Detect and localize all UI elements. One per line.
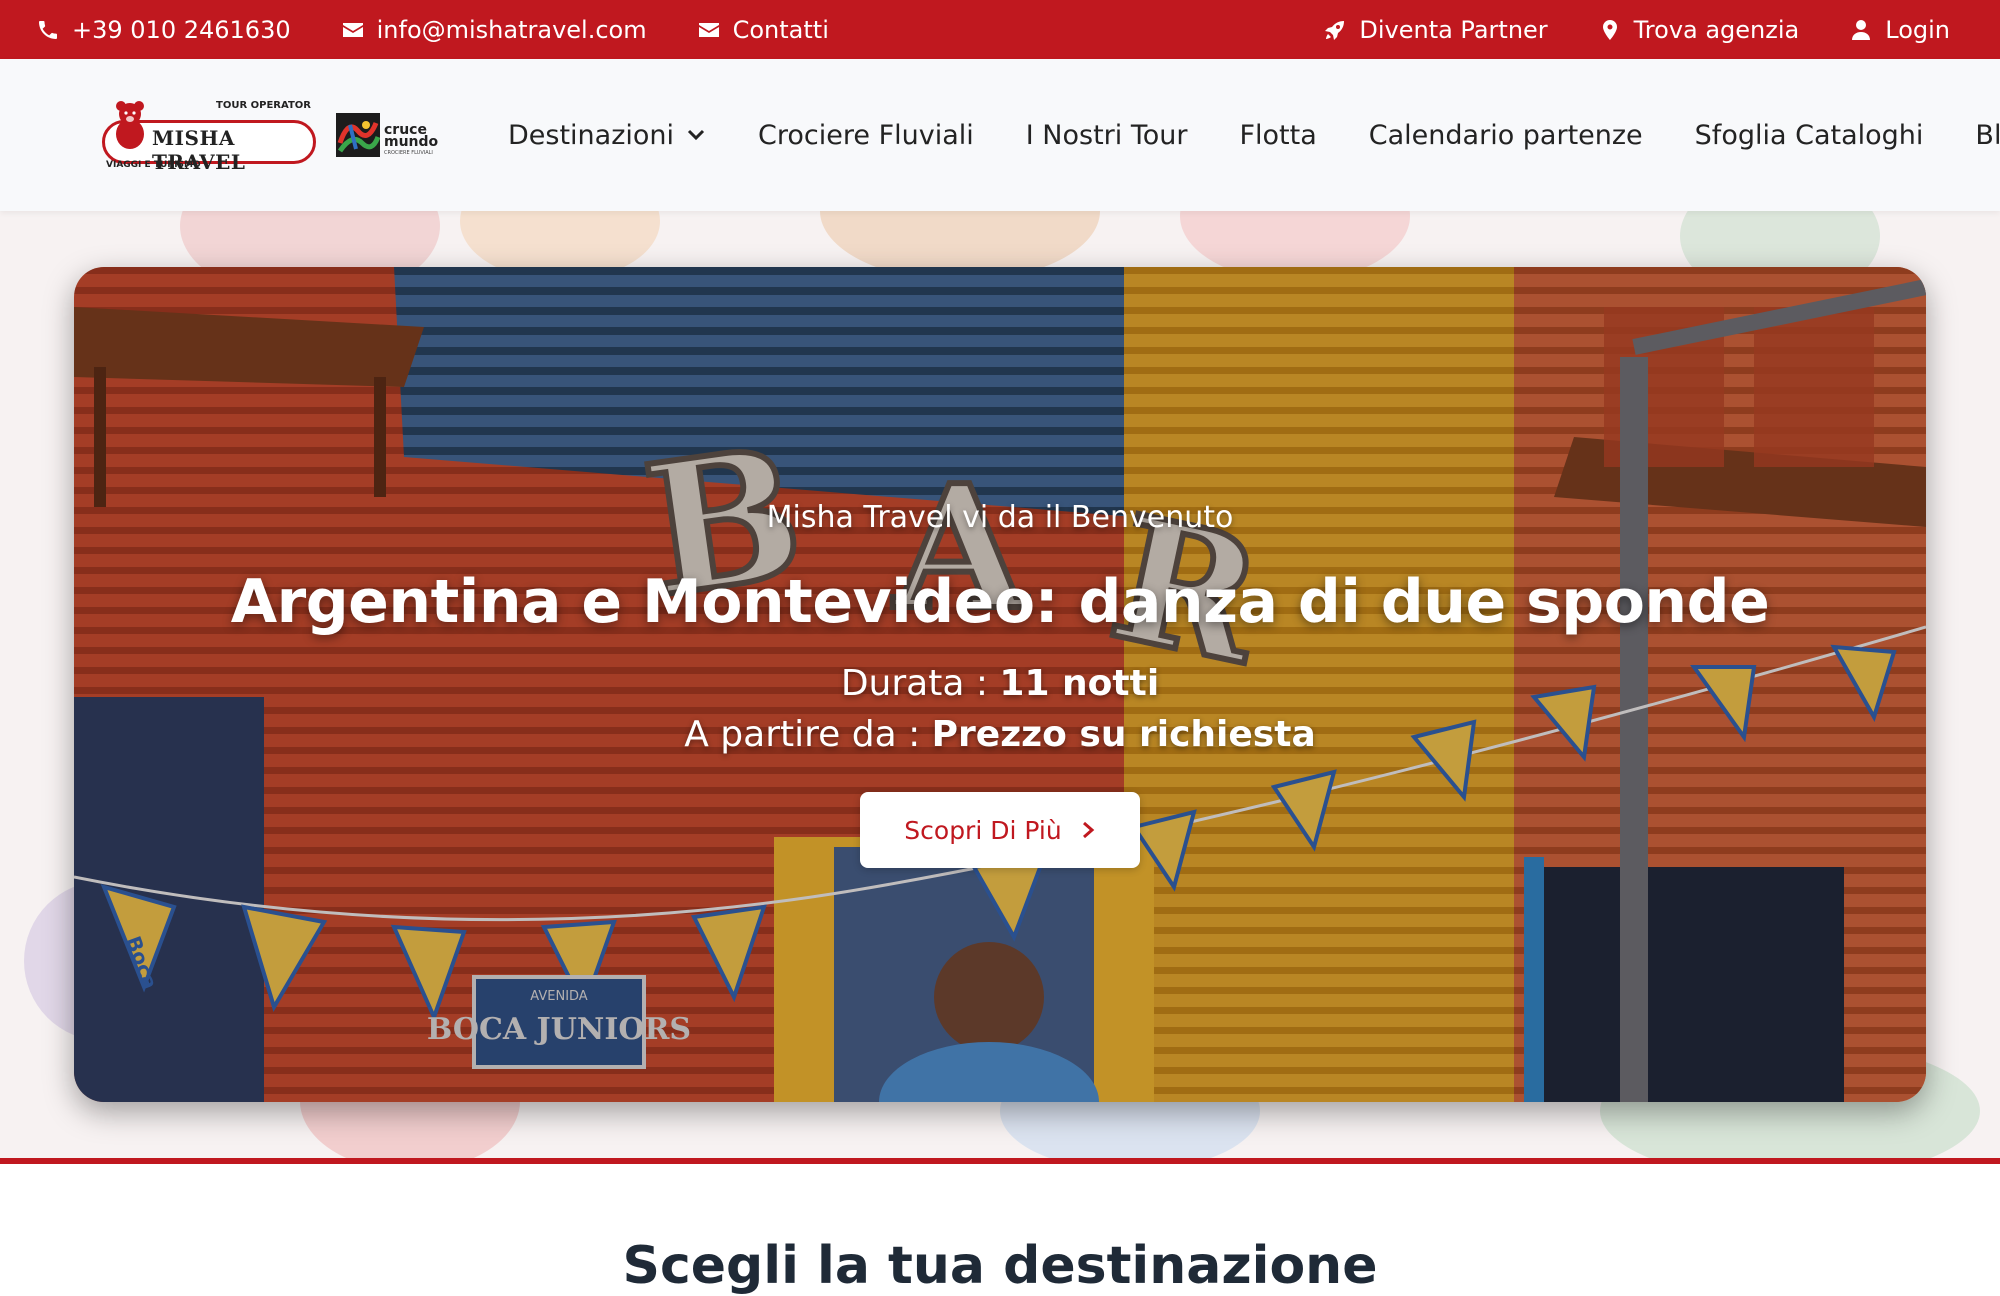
nav-item-label: Blog bbox=[1975, 119, 2000, 151]
nav-item-nostri-tour[interactable]: I Nostri Tour bbox=[1026, 120, 1188, 151]
nav-item-flotta[interactable]: Flotta bbox=[1240, 120, 1317, 151]
nav-item-label: Crociere Fluviali bbox=[758, 119, 974, 151]
top-bar-contacts: +39 010 2461630 info@mishatravel.com Con… bbox=[36, 16, 829, 44]
duration-value: 11 notti bbox=[999, 663, 1160, 704]
agency-link[interactable]: Trova agenzia bbox=[1598, 15, 1800, 44]
hero-content: Misha Travel vi da il Benvenuto Argentin… bbox=[74, 267, 1926, 1102]
partner-link[interactable]: Diventa Partner bbox=[1323, 15, 1548, 44]
discover-more-label: Scopri Di Più bbox=[904, 815, 1062, 845]
envelope-icon bbox=[698, 22, 719, 37]
crucemundo-mark-icon bbox=[336, 113, 380, 157]
nav-item-sfoglia-cataloghi[interactable]: Sfoglia Cataloghi bbox=[1695, 120, 1924, 151]
login-text: Login bbox=[1885, 15, 1950, 44]
nav-item-label: Calendario partenze bbox=[1368, 119, 1643, 151]
nav-item-crociere-fluviali[interactable]: Crociere Fluviali bbox=[758, 120, 974, 151]
phone-link[interactable]: +39 010 2461630 bbox=[36, 16, 291, 44]
phone-icon bbox=[39, 20, 57, 39]
chevron-right-icon bbox=[1082, 821, 1094, 839]
partner-text: Diventa Partner bbox=[1359, 15, 1548, 44]
duration-label: Durata : bbox=[840, 663, 1000, 704]
chevron-down-icon bbox=[687, 129, 705, 141]
price-value: Prezzo su richiesta bbox=[931, 714, 1316, 755]
discover-more-button[interactable]: Scopri Di Più bbox=[860, 792, 1140, 868]
nav-item-blog[interactable]: Blog bbox=[1975, 120, 2000, 151]
section-title: Scegli la tua destinazione bbox=[622, 1236, 1378, 1296]
nav-item-label: I Nostri Tour bbox=[1025, 119, 1188, 151]
misha-travel-logo[interactable]: TOUR OPERATOR MISHA TRAVEL VIAGGI E TURI… bbox=[98, 94, 316, 176]
hero-banner: B A R AVENIDA BOCA JUNIORS Boca Misha Tr… bbox=[74, 267, 1926, 1102]
crucemundo-logo[interactable]: cruce mundo CROCIERE FLUVIALI bbox=[336, 111, 439, 159]
price-label: A partire da : bbox=[684, 714, 932, 755]
rocket-icon bbox=[1325, 20, 1345, 40]
nav-item-label: Flotta bbox=[1239, 119, 1317, 151]
hero-duration: Durata : 11 notti bbox=[74, 663, 1926, 704]
hero-welcome: Misha Travel vi da il Benvenuto bbox=[766, 500, 1234, 535]
hero-title: Argentina e Montevideo: danza di due spo… bbox=[230, 567, 1770, 637]
contacts-text: Contatti bbox=[732, 15, 829, 44]
email-text: info@mishatravel.com bbox=[376, 15, 647, 44]
map-pin-icon bbox=[1602, 19, 1617, 40]
envelope-icon bbox=[342, 22, 363, 37]
agency-text: Trova agenzia bbox=[1633, 15, 1800, 44]
nav-item-destinazioni[interactable]: Destinazioni bbox=[508, 120, 706, 151]
phone-text: +39 010 2461630 bbox=[72, 15, 291, 44]
crucemundo-text-3: CROCIERE FLUVIALI bbox=[384, 150, 433, 156]
nav-item-label: Sfoglia Cataloghi bbox=[1694, 119, 1924, 151]
top-bar-actions: Diventa Partner Trova agenzia Login bbox=[1323, 16, 1950, 44]
nav-item-label: Destinazioni bbox=[508, 119, 675, 151]
bear-logo-icon bbox=[116, 101, 144, 149]
logo-tour-operator-text: TOUR OPERATOR bbox=[216, 100, 311, 111]
email-link[interactable]: info@mishatravel.com bbox=[341, 16, 647, 44]
top-bar: +39 010 2461630 info@mishatravel.com Con… bbox=[0, 0, 2000, 59]
user-icon bbox=[1852, 19, 1871, 40]
logo-subtitle: VIAGGI E TURISMO bbox=[106, 160, 201, 170]
hero-price: A partire da : Prezzo su richiesta bbox=[74, 714, 1926, 755]
login-link[interactable]: Login bbox=[1849, 16, 1950, 44]
main-menu: Destinazioni Crociere Fluviali I Nostri … bbox=[508, 120, 2000, 151]
section-divider bbox=[0, 1158, 2000, 1164]
crucemundo-text-2: mundo bbox=[384, 134, 439, 150]
contacts-link[interactable]: Contatti bbox=[697, 16, 829, 44]
nav-item-calendario-partenze[interactable]: Calendario partenze bbox=[1369, 120, 1643, 151]
main-navbar: TOUR OPERATOR MISHA TRAVEL VIAGGI E TURI… bbox=[0, 59, 2000, 211]
